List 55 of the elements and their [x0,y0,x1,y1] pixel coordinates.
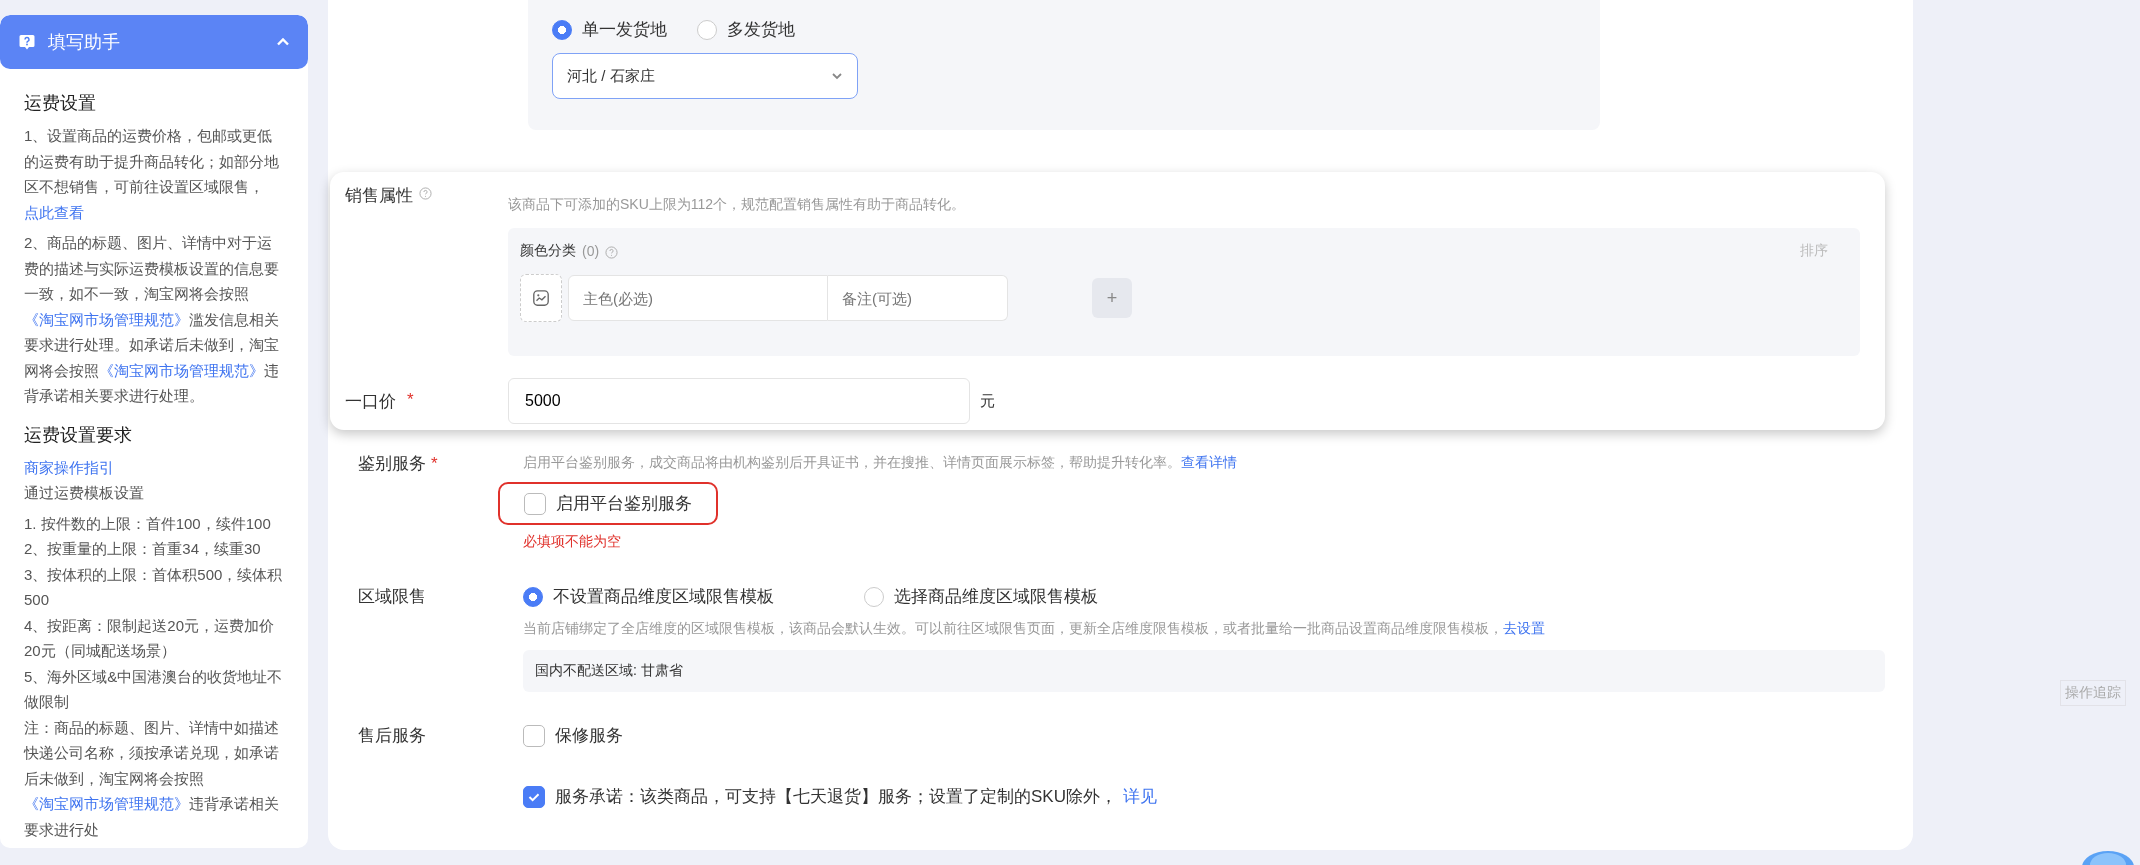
radio-option[interactable]: 多发货地 [697,18,795,41]
image-icon [532,289,550,307]
settings-link[interactable]: 去设置 [1503,620,1545,636]
help-paragraph: 5、海外区域&中国港澳台的收货地址不做限制 [24,666,284,712]
details-link[interactable]: 查看详情 [1181,454,1237,470]
help-icon[interactable] [605,246,619,259]
group-title: 颜色分类 [520,242,576,260]
field-label: 区域限售 [358,587,426,606]
rule-link[interactable]: 《淘宝网市场管理规范》 [99,361,264,379]
help-paragraph: 通过运费模板设置 [24,483,145,503]
checkbox-option[interactable]: 服务承诺：该类商品，可支持【七天退货】服务；设置了定制的SKU除外， [523,785,1117,808]
field-label: 销售属性 [345,185,413,207]
add-button[interactable]: + [1092,278,1132,318]
hint-text: 当前店铺绑定了全店维度的区域限售模板，该商品会默认生效。可以前往区域限售页面，更新全店维度限售模板，或者批量给一批商品设置商品维度限售模板，去设置 [523,619,1546,638]
section-heading: 运费设置要求 [24,423,133,447]
help-paragraph: 1、设置商品的运费价格，包邮或更低的运费有助于提升商品转化；如部分地区不想销售，可前往设置区域限售， 点此查看 [24,126,280,223]
field-label: 鉴别服务 [358,454,426,473]
error-message: 必填项不能为空 [523,533,622,551]
text-field[interactable]: 备注(可选) [828,275,1008,321]
image-upload-button[interactable] [520,274,562,322]
radio-option[interactable]: 不设置商品维度区域限售模板 [523,585,774,608]
help-paragraph: 注：商品的标题、图片、详情中如描述快递公司名称，须按承诺兑现，如承诺后未做到，淘宝网将会按照 《淘宝网市场管理规范》违背承诺相关要求进行处 [24,717,280,840]
assistant-icon[interactable] [2080,849,2136,865]
unit-label: 元 [980,391,995,411]
price-field[interactable]: 5000 [508,378,970,424]
help-paragraph: 2、商品的标题、图片、详情中对于运费的描述与实际运费模板设置的信息要一致，如不一致，淘宝网将会按照 《淘宝网市场管理规范》滥发信息相关要求进行处理。如承诺后未做到，淘宝网将会按照《淘宝网市场管理规范》违背承诺相关要求进行处理。 [24,233,280,406]
hint-text: 该商品下可添加的SKU上限为112个，规范配置销售属性有助于商品转化。 [508,195,967,214]
rule-link[interactable]: 《淘宝网市场管理规范》 [24,795,189,812]
help-paragraph: 1. 按件数的上限：首件100，续件100 [24,513,272,534]
section-heading: 运费设置 [24,92,97,115]
radio-option[interactable]: 选择商品维度区域限售模板 [864,585,1098,608]
helper-header[interactable]: 填写助手 [0,15,308,69]
checkbox-option[interactable]: 保修服务 [523,724,623,747]
guide-link[interactable]: 商家操作指引 [24,458,114,476]
help-paragraph: 2、按重量的上限：首重34，续重30 [24,539,262,559]
helper-title: 填写助手 [48,31,121,54]
hint-text: 启用平台鉴别服务，成交商品将由机构鉴别后开具证书，并在搜推、详情页面展示标签，帮助提升转化率。查看详情 [523,453,1238,472]
details-link[interactable]: 详见 [1122,785,1157,808]
field-label: 售后服务 [358,726,426,745]
chevron-icon [831,70,843,82]
help-icon[interactable] [419,187,432,200]
help-icon [18,33,36,51]
region-note: 国内不配送区域: 甘肃省 [523,650,1885,692]
required-mark: * [407,389,414,410]
rule-link[interactable]: 《淘宝网市场管理规范》 [24,310,189,328]
help-paragraph: 3、按体积的上限：首体积500，续体积500 [24,564,284,610]
text-field[interactable]: 主色(必选) [568,275,828,321]
field-label: 一口价 [345,390,396,413]
group-count: (0) [582,243,600,259]
region-select[interactable]: 河北 / 石家庄 [552,53,858,99]
rule-link[interactable]: 点此查看 [24,203,84,221]
required-mark: * [431,454,438,473]
help-paragraph: 4、按距离：限制起送20元，运费加价20元（同城配送场景） [24,615,276,661]
checkbox-option[interactable]: 启用平台鉴别服务 [498,482,718,525]
radio-option[interactable]: 单一发货地 [552,18,667,41]
